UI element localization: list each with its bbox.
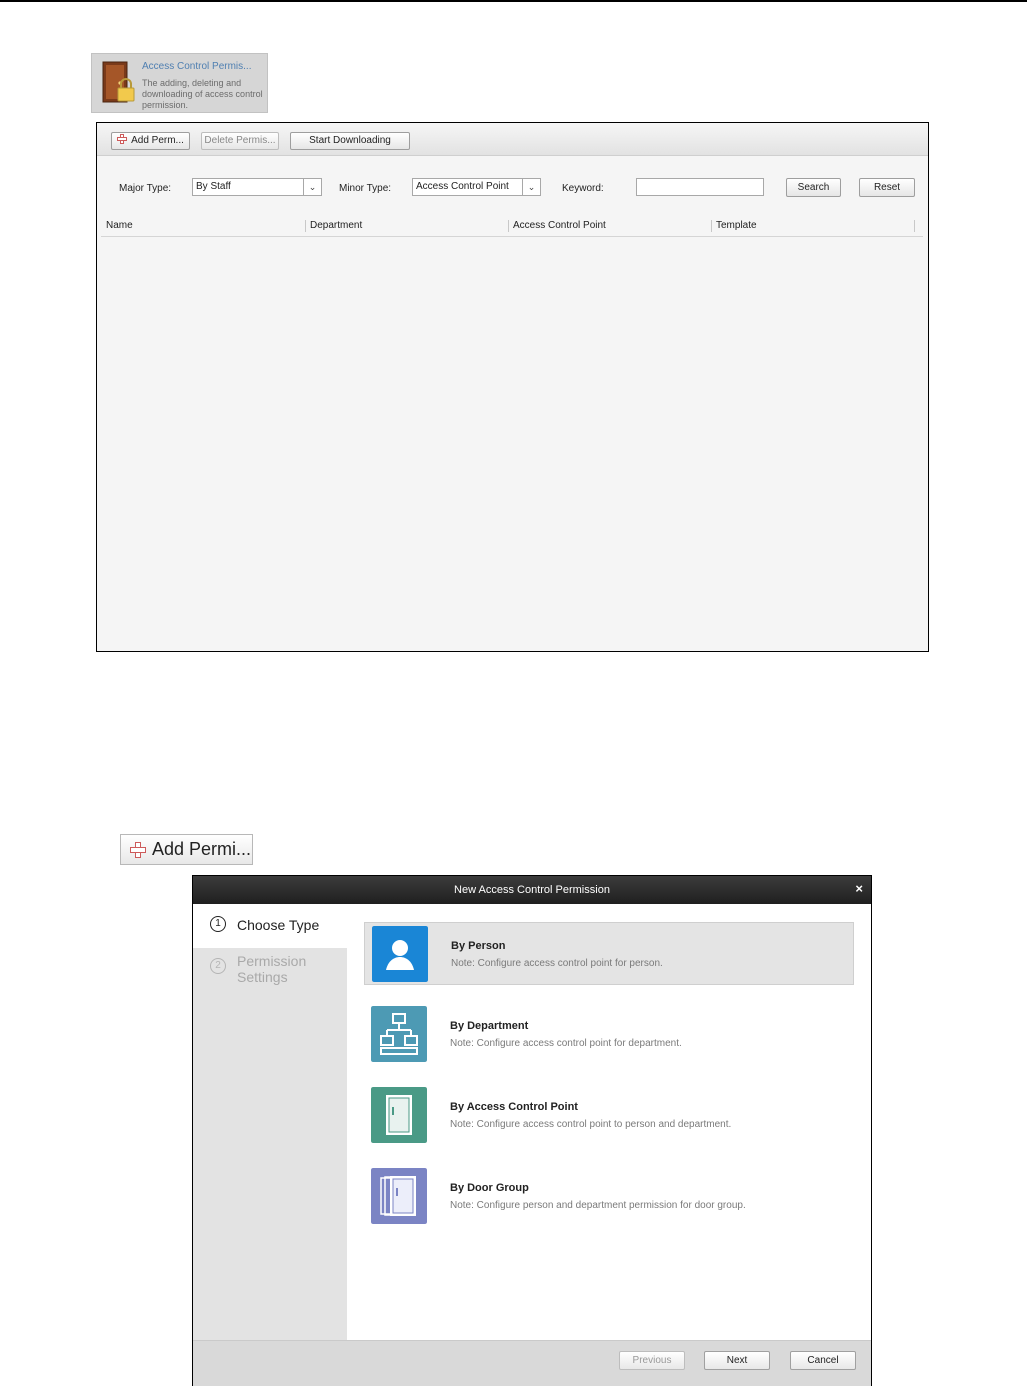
plus-icon (117, 134, 128, 144)
reset-button[interactable]: Reset (859, 178, 915, 197)
permission-panel: Add Perm... Delete Permis... Start Downl… (96, 122, 929, 652)
table-header: Name Department Access Control Point Tem… (101, 216, 923, 237)
type-options: By Person Note: Configure access control… (347, 904, 871, 1340)
add-permission-button-large[interactable]: Add Permi... (120, 834, 253, 865)
option-by-access-control-point[interactable]: By Access Control Point Note: Configure … (364, 1084, 854, 1147)
dialog-title-bar: New Access Control Permission × (193, 876, 871, 904)
door-icon (371, 1087, 427, 1143)
option-title: By Person (451, 940, 506, 952)
major-type-select[interactable]: By Staff ⌄ (192, 178, 322, 196)
chevron-down-icon[interactable]: ⌄ (522, 179, 540, 195)
add-permission-button[interactable]: Add Perm... (111, 132, 190, 150)
tile-description: The adding, deleting and downloading of … (142, 78, 263, 110)
keyword-label: Keyword: (562, 183, 604, 194)
option-note: Note: Configure access control point for… (450, 1038, 682, 1049)
column-header-department[interactable]: Department (305, 216, 508, 236)
major-type-label: Major Type: (119, 183, 172, 194)
option-title: By Door Group (450, 1182, 529, 1194)
previous-button[interactable]: Previous (619, 1351, 685, 1370)
option-title: By Access Control Point (450, 1101, 578, 1113)
person-icon (372, 926, 428, 982)
minor-type-value: Access Control Point (416, 181, 509, 192)
column-header-name[interactable]: Name (101, 216, 304, 236)
start-downloading-button[interactable]: Start Downloading (290, 132, 410, 150)
step-number: 2 (210, 958, 226, 974)
dialog-title: New Access Control Permission (454, 884, 610, 896)
keyword-input[interactable] (636, 178, 764, 196)
major-type-value: By Staff (196, 181, 231, 192)
option-by-door-group[interactable]: By Door Group Note: Configure person and… (364, 1165, 854, 1228)
option-by-department[interactable]: By Department Note: Configure access con… (364, 1003, 854, 1066)
toolbar: Add Perm... Delete Permis... Start Downl… (97, 123, 928, 156)
column-header-access-control-point[interactable]: Access Control Point (508, 216, 711, 236)
step-choose-type: 1 Choose Type (193, 904, 347, 948)
door-lock-icon (102, 61, 135, 103)
option-by-person[interactable]: By Person Note: Configure access control… (364, 922, 854, 985)
top-border-line (0, 0, 1027, 2)
tile-title: Access Control Permis... (142, 61, 252, 72)
new-permission-dialog: New Access Control Permission × 1 Choose… (192, 875, 872, 1386)
option-note: Note: Configure access control point for… (451, 958, 663, 969)
door-group-icon (371, 1168, 427, 1224)
close-icon[interactable]: × (855, 876, 863, 904)
add-permission-label: Add Perm... (131, 135, 184, 146)
delete-permission-button[interactable]: Delete Permis... (201, 132, 279, 150)
minor-type-select[interactable]: Access Control Point ⌄ (412, 178, 541, 196)
chevron-down-icon[interactable]: ⌄ (303, 179, 321, 195)
dialog-footer: Previous Next Cancel (193, 1340, 871, 1386)
plus-icon (130, 842, 146, 858)
step-label: Permission Settings (237, 953, 307, 985)
option-title: By Department (450, 1020, 529, 1032)
column-header-template[interactable]: Template (711, 216, 914, 236)
next-button[interactable]: Next (704, 1351, 770, 1370)
column-divider[interactable] (914, 220, 915, 232)
step-label: Choose Type (237, 917, 320, 933)
cancel-button[interactable]: Cancel (790, 1351, 856, 1370)
access-control-permission-tile[interactable]: Access Control Permis... The adding, del… (91, 53, 268, 113)
minor-type-label: Minor Type: (339, 183, 392, 194)
option-note: Note: Configure person and department pe… (450, 1200, 746, 1211)
option-note: Note: Configure access control point to … (450, 1119, 732, 1130)
step-sidebar: 1 Choose Type 2 Permission Settings (193, 904, 347, 1340)
department-icon (371, 1006, 427, 1062)
step-number: 1 (210, 916, 226, 932)
add-permission-large-label: Add Permi... (152, 839, 252, 859)
search-button[interactable]: Search (786, 178, 841, 197)
